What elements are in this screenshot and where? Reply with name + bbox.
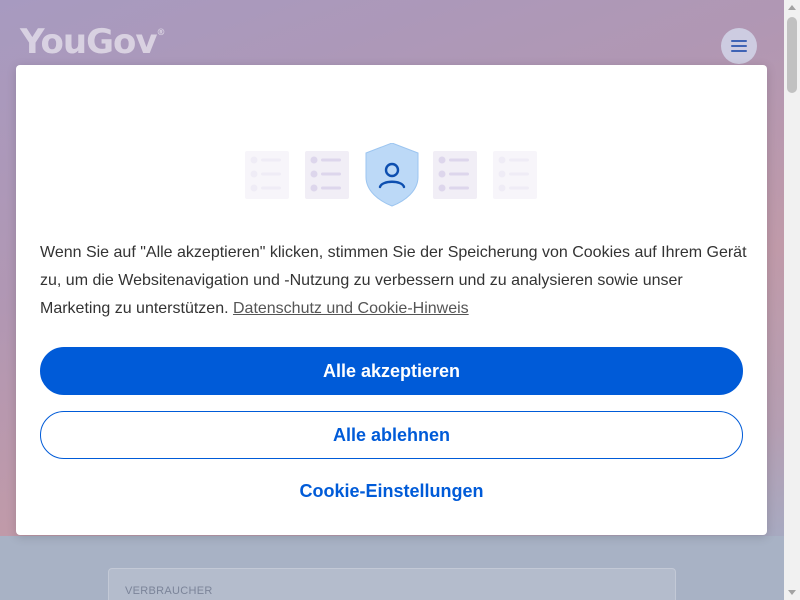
- cookie-consent-dialog: Wenn Sie auf "Alle akzeptieren" klicken,…: [16, 65, 767, 535]
- checklist-card-icon: [245, 151, 289, 199]
- scrollbar[interactable]: [784, 0, 800, 600]
- cookie-settings-button[interactable]: Cookie-Einstellungen: [40, 481, 743, 505]
- hamburger-icon-line: [731, 45, 747, 47]
- background-card-label: VERBRAUCHER: [125, 585, 213, 597]
- cookie-illustration: [245, 143, 537, 207]
- logo-text: YouGov: [20, 22, 157, 62]
- shield-user-icon: [365, 143, 419, 207]
- yougov-logo[interactable]: YouGov®: [20, 22, 166, 62]
- checklist-card-icon: [493, 151, 537, 199]
- scroll-down-arrow-icon[interactable]: [788, 590, 796, 595]
- scroll-up-arrow-icon[interactable]: [788, 5, 796, 10]
- checklist-card-icon: [305, 151, 349, 199]
- logo-registered-mark: ®: [156, 28, 166, 38]
- privacy-policy-link[interactable]: Datenschutz und Cookie-Hinweis: [233, 300, 469, 317]
- hamburger-icon-line: [731, 40, 747, 42]
- checklist-card-icon: [433, 151, 477, 199]
- scrollbar-thumb[interactable]: [787, 17, 797, 93]
- reject-all-button[interactable]: Alle ablehnen: [40, 411, 743, 459]
- menu-button[interactable]: [721, 28, 757, 64]
- cookie-message: Wenn Sie auf "Alle akzeptieren" klicken,…: [40, 239, 750, 323]
- hamburger-icon-line: [731, 50, 747, 52]
- background-card: VERBRAUCHER: [108, 568, 676, 600]
- accept-all-button[interactable]: Alle akzeptieren: [40, 347, 743, 395]
